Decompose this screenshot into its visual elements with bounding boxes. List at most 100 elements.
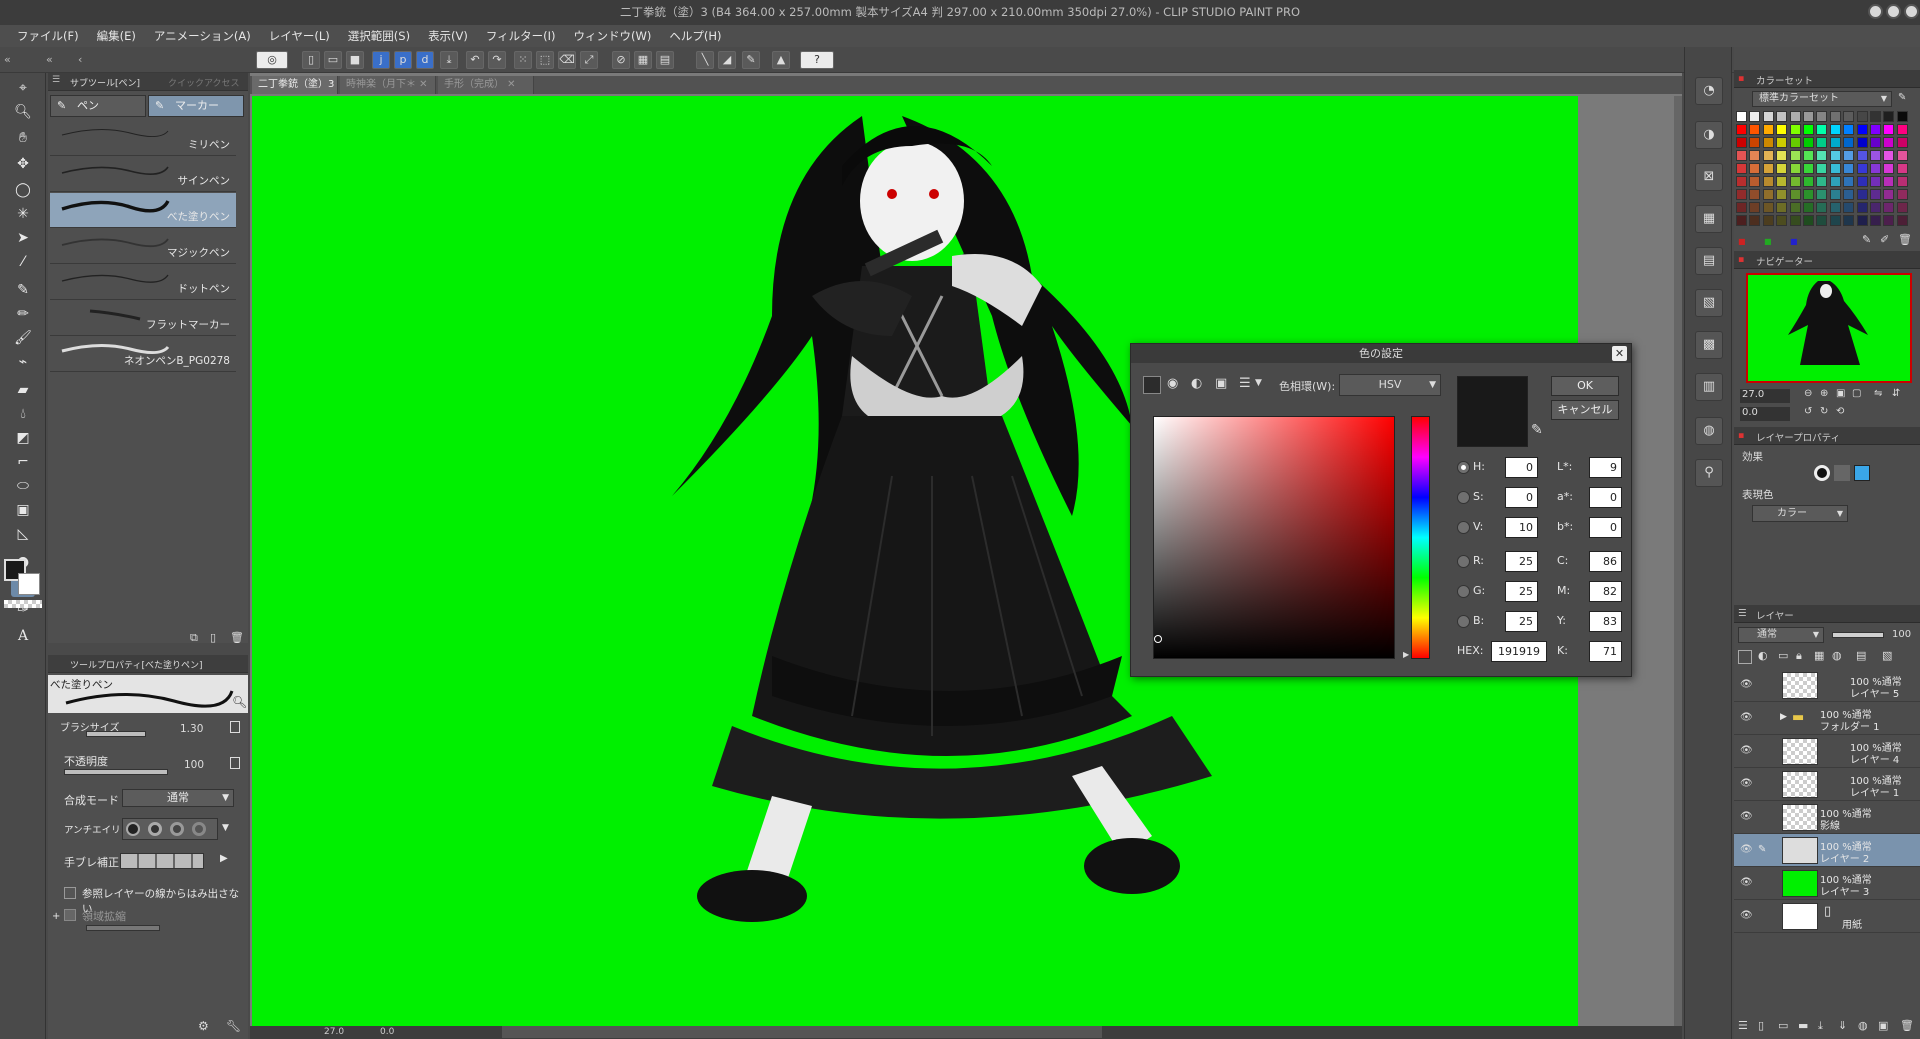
color-cell[interactable] (1776, 124, 1788, 135)
snap-pen-icon[interactable]: ✎ (742, 51, 760, 69)
field-a-input[interactable]: 0 (1589, 487, 1622, 508)
undo-icon[interactable]: ↶ (466, 51, 484, 69)
color-cell[interactable] (1749, 163, 1761, 174)
color-cell[interactable] (1856, 215, 1868, 226)
color-cell[interactable] (1870, 111, 1881, 122)
color-cell[interactable] (1883, 189, 1895, 200)
intermediate-color-icon[interactable]: ◑ (1695, 121, 1723, 149)
export-jpg-icon[interactable]: j (372, 51, 390, 69)
ok-button[interactable]: OK (1551, 376, 1619, 396)
blend-tool-icon[interactable]: 💧︎ (11, 403, 35, 425)
brush-item-selected[interactable]: べた塗りペン (50, 193, 236, 228)
layer-color-icon[interactable]: ▧ (1882, 649, 1892, 662)
color-cell[interactable] (1829, 163, 1841, 174)
color-cell[interactable] (1883, 124, 1895, 135)
color-cell[interactable] (1762, 163, 1774, 174)
color-cell[interactable] (1829, 124, 1841, 135)
export-psd-icon[interactable]: d (416, 51, 434, 69)
eyedropper-tool-icon[interactable]: ⁄ (11, 251, 35, 273)
color-cell[interactable] (1870, 124, 1881, 135)
menu-animation[interactable]: アニメーション(A) (145, 25, 260, 47)
area-scale-slider[interactable] (86, 925, 160, 931)
color-cell[interactable] (1870, 163, 1881, 174)
radio-g[interactable] (1457, 585, 1470, 598)
color-cell[interactable] (1883, 215, 1895, 226)
color-cell[interactable] (1816, 111, 1828, 122)
color-set-settings-icon[interactable]: ✐ (1880, 233, 1889, 246)
color-cell[interactable] (1789, 189, 1801, 200)
color-picker-mode-icon[interactable]: ▣ (1215, 376, 1227, 391)
color-cell[interactable] (1816, 124, 1828, 135)
color-cell[interactable] (1856, 137, 1868, 148)
tab-color-set[interactable]: カラーセット (1756, 73, 1813, 87)
radio-b[interactable] (1457, 615, 1470, 628)
color-cell[interactable] (1803, 111, 1814, 122)
color-cell[interactable] (1829, 176, 1841, 187)
color-cell[interactable] (1749, 111, 1761, 122)
magnify-preview-icon[interactable]: 🔍︎ (232, 695, 247, 709)
layer-row[interactable]: 👁︎ 100 %通常 影線 (1734, 801, 1920, 834)
color-cell[interactable] (1776, 202, 1788, 213)
learn-icon[interactable]: ▲ (772, 51, 790, 69)
color-cell[interactable] (1829, 202, 1841, 213)
color-cell[interactable] (1870, 150, 1881, 161)
color-cell[interactable] (1843, 202, 1855, 213)
chevron-right-icon[interactable]: ▶ (220, 853, 228, 864)
hue-slider[interactable] (1411, 416, 1430, 659)
color-cell[interactable] (1736, 215, 1747, 226)
eye-icon[interactable]: 👁︎ (1740, 712, 1753, 723)
eraser-tool-icon[interactable]: ▰ (11, 379, 35, 401)
figure-tool-icon[interactable]: ⬭ (11, 475, 35, 497)
canvas-horizontal-scrollbar[interactable] (502, 1026, 1102, 1038)
color-cell[interactable] (1749, 202, 1761, 213)
new-folder-icon[interactable]: ▬ (1798, 1019, 1808, 1032)
menu-view[interactable]: 表示(V) (419, 25, 477, 47)
rotate-right-icon[interactable]: ↻ (1820, 406, 1828, 417)
color-cell[interactable] (1883, 176, 1895, 187)
field-s-input[interactable]: 0 (1505, 487, 1538, 508)
antialias-weak-option[interactable] (148, 822, 162, 836)
eraser-selection-icon[interactable]: ⌫ (558, 51, 576, 69)
color-cell[interactable] (1896, 137, 1908, 148)
layer-row[interactable]: 👁︎ ▯ 用紙 (1734, 900, 1920, 933)
color-cell[interactable] (1762, 189, 1774, 200)
magic-wand-icon[interactable]: ✳ (11, 203, 35, 225)
mask-icon[interactable]: ◍ (1832, 649, 1842, 662)
item-bank-icon[interactable]: ▩ (1695, 331, 1723, 359)
color-cell[interactable] (1776, 111, 1788, 122)
eye-icon[interactable]: 👁︎ (1740, 679, 1753, 690)
color-cell[interactable] (1789, 215, 1801, 226)
color-cell[interactable] (1843, 176, 1855, 187)
color-cell[interactable] (1789, 111, 1801, 122)
color-cell[interactable] (1816, 163, 1828, 174)
help-icon[interactable]: ? (800, 51, 834, 69)
menu-file[interactable]: ファイル(F) (8, 25, 88, 47)
color-cell[interactable] (1803, 176, 1814, 187)
color-cell[interactable] (1816, 189, 1828, 200)
color-set-select[interactable]: 標準カラーセット ▼ (1752, 91, 1892, 107)
color-cell[interactable] (1803, 137, 1814, 148)
brush-item[interactable]: ミリペン (50, 121, 236, 156)
color-cell[interactable] (1762, 176, 1774, 187)
new-file-icon[interactable]: ▯ (302, 51, 320, 69)
maximize-button[interactable] (1886, 4, 1901, 19)
color-wheel-palette-icon[interactable]: ◔ (1695, 77, 1723, 105)
tab-document-3[interactable]: 手形（完成） ✕ (438, 76, 534, 94)
color-cell[interactable] (1749, 176, 1761, 187)
color-cell[interactable] (1856, 124, 1868, 135)
color-cell[interactable] (1856, 163, 1868, 174)
field-hex-input[interactable]: 191919 (1491, 641, 1547, 662)
color-cell[interactable] (1762, 202, 1774, 213)
wrench-icon[interactable]: 🔧︎ (226, 1019, 241, 1033)
lasso-tool-icon[interactable]: ◯ (11, 179, 35, 201)
snap-special-icon[interactable]: ▤ (656, 51, 674, 69)
color-cell[interactable] (1843, 215, 1855, 226)
color-cell[interactable] (1776, 189, 1788, 200)
color-cell[interactable] (1762, 111, 1774, 122)
clip-layer-icon[interactable] (1738, 650, 1752, 664)
ruler-tool-icon[interactable]: ◺ (11, 523, 35, 545)
eye-icon[interactable]: 👁︎ (1740, 778, 1753, 789)
eye-icon[interactable]: 👁︎ (1740, 877, 1753, 888)
brush-size-value[interactable]: 1.30 (180, 723, 203, 735)
color-cell[interactable] (1896, 189, 1908, 200)
